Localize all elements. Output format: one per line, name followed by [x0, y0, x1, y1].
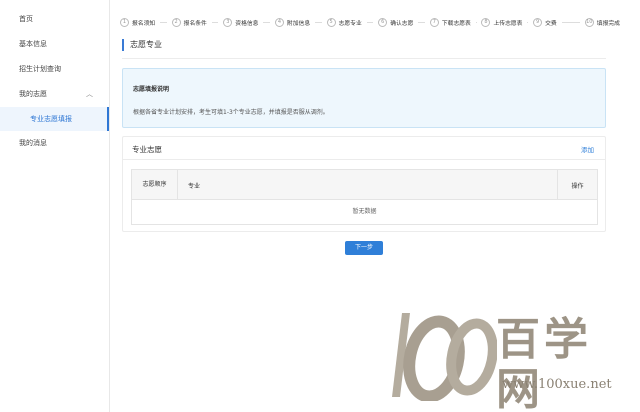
sidebar-item-label: 我的志愿 — [19, 90, 47, 98]
step-number: 6 — [378, 17, 388, 27]
step-connector — [418, 21, 425, 23]
step-label: 交费 — [545, 20, 557, 27]
step-number: 2 — [171, 17, 181, 27]
table-header: 志愿顺序 专业 操作 — [132, 170, 597, 200]
step-label: 上传志愿表 — [493, 20, 523, 27]
step-number: 7 — [429, 17, 439, 27]
step-number: 1 — [120, 17, 129, 27]
add-link[interactable]: 添加 — [581, 144, 594, 154]
next-button[interactable]: 下一步 — [345, 241, 383, 255]
step-8: 8 上传志愿表 — [481, 17, 533, 27]
applications-table: 志愿顺序 专业 操作 暂无数据 — [131, 169, 598, 225]
step-number: 10 — [584, 17, 594, 27]
sidebar-item-label: 我的消息 — [19, 139, 47, 147]
step-label: 志愿专业 — [338, 20, 362, 27]
step-number: 4 — [274, 17, 284, 27]
step-label: 报名须知 — [132, 20, 156, 27]
divider — [122, 58, 606, 59]
notice-box: 志愿填报说明 根据各省专业计划安排，考生可填1-3个专业志愿，并填报是否服从调剂… — [122, 68, 606, 128]
step-label: 附加信息 — [286, 20, 311, 27]
watermark-url: www.100xue.net — [502, 377, 612, 392]
step-connector — [263, 21, 270, 23]
step-connector — [475, 21, 477, 23]
step-6: 6 确认志愿 — [378, 17, 430, 27]
sidebar-item-my-applications[interactable]: 我的志愿 ︿ — [0, 82, 109, 107]
step-5: 5 志愿专业 — [326, 17, 379, 27]
step-connector — [211, 21, 219, 23]
step-10: 10 填报完成 — [584, 17, 620, 27]
page-title: 志愿专业 — [122, 39, 162, 51]
sidebar: 首页 基本信息 招生计划查询 我的志愿 ︿ 专业志愿填报 我的消息 — [0, 0, 110, 412]
watermark-logo-icon — [392, 313, 497, 401]
step-number: 3 — [223, 17, 233, 27]
chevron-up-icon: ︿ — [86, 90, 93, 98]
sidebar-item-label: 首页 — [19, 15, 33, 23]
watermark: 百学网 www.100xue.net — [382, 301, 634, 412]
column-header-major: 专业 — [178, 170, 558, 200]
step-label: 报名条件 — [183, 20, 207, 27]
sidebar-item-basic-info[interactable]: 基本信息 — [0, 32, 109, 57]
sidebar-item-label: 招生计划查询 — [19, 65, 61, 73]
column-header-actions: 操作 — [571, 182, 584, 190]
step-connector — [315, 21, 322, 23]
step-7: 7 下载志愿表 — [429, 17, 482, 27]
divider — [123, 159, 605, 160]
step-2: 2 报名条件 — [171, 17, 224, 27]
step-1: 1 报名须知 — [120, 17, 172, 27]
step-label: 填报完成 — [596, 20, 620, 27]
notice-text: 根据各省专业计划安排，考生可填1-3个专业志愿，并填报是否服从调剂。 — [133, 109, 329, 116]
sidebar-item-major-application[interactable]: 专业志愿填报 — [0, 107, 109, 131]
step-number: 9 — [533, 17, 543, 27]
sidebar-item-label: 基本信息 — [19, 40, 47, 48]
step-label: 资格信息 — [235, 20, 259, 27]
column-header-order: 志愿顺序 — [132, 170, 178, 200]
step-connector — [160, 21, 167, 23]
watermark-text: 百学网 — [496, 314, 592, 412]
step-number: 5 — [326, 17, 336, 27]
step-connector — [561, 21, 580, 23]
sidebar-item-home[interactable]: 首页 — [0, 7, 109, 32]
notice-title: 志愿填报说明 — [133, 86, 170, 93]
sidebar-item-my-messages[interactable]: 我的消息 — [0, 131, 109, 156]
panel-title: 专业志愿 — [132, 145, 162, 154]
step-4: 4 附加信息 — [274, 17, 327, 27]
major-application-panel: 专业志愿 添加 志愿顺序 专业 操作 暂无数据 — [122, 136, 606, 232]
empty-state: 暂无数据 — [352, 208, 377, 215]
step-connector — [527, 21, 529, 23]
step-3: 3 资格信息 — [223, 17, 275, 27]
step-9: 9 交费 — [533, 17, 585, 27]
sidebar-item-enrollment-plan[interactable]: 招生计划查询 — [0, 57, 109, 82]
step-label: 下载志愿表 — [441, 20, 471, 27]
sidebar-item-label: 专业志愿填报 — [30, 115, 72, 123]
step-number: 8 — [481, 17, 491, 27]
step-connector — [366, 21, 374, 23]
step-label: 确认志愿 — [390, 20, 414, 27]
progress-steps: 1 报名须知 2 报名条件 3 资格信息 4 附加信息 5 志愿专业 6 确认志愿 7 下载志… — [120, 14, 620, 30]
